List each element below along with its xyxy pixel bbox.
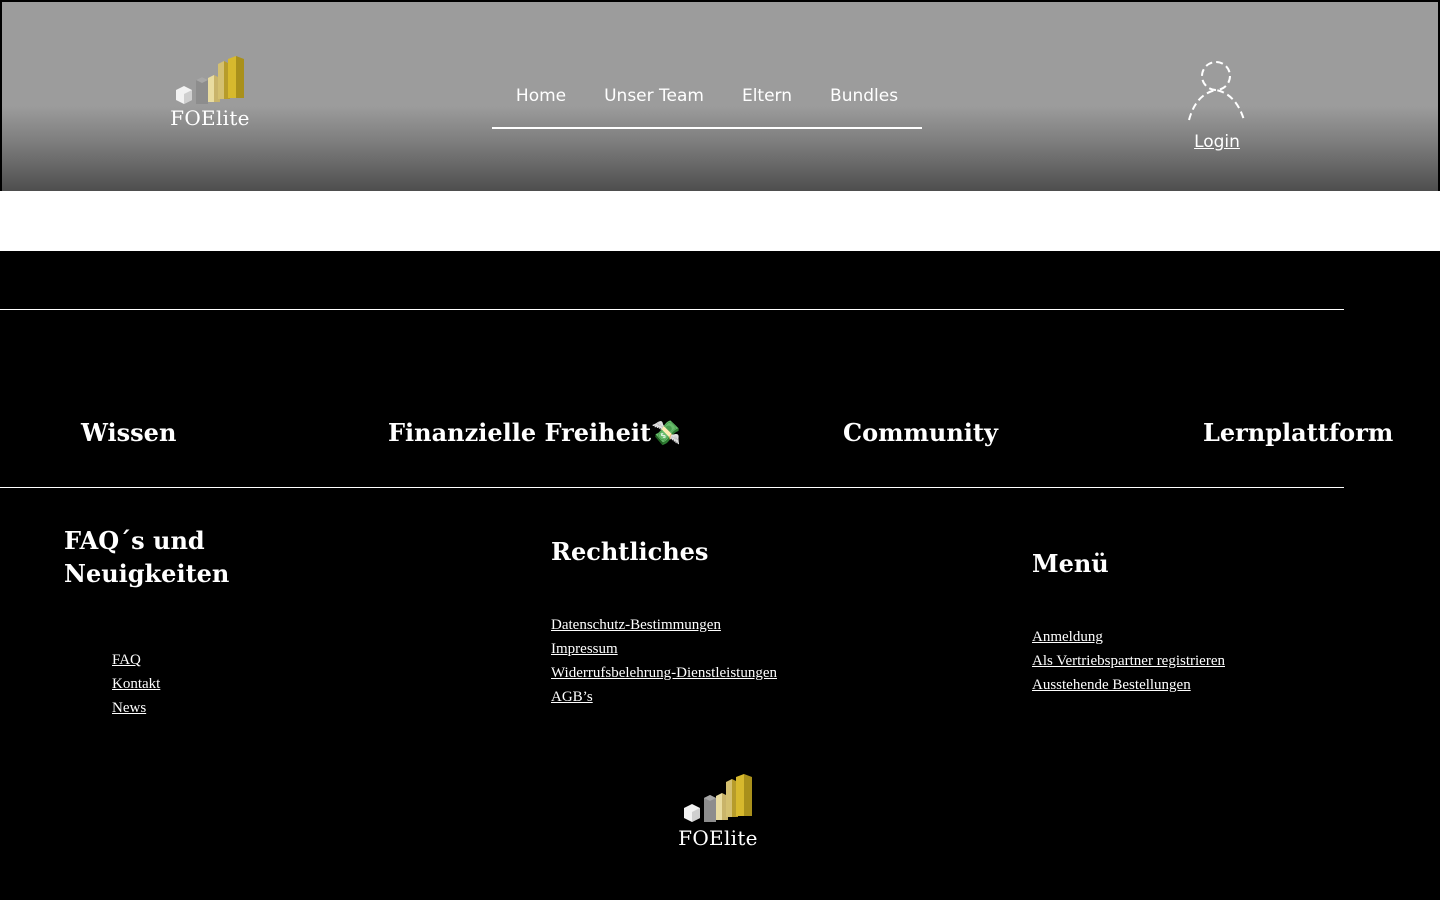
nav-unser-team[interactable]: Unser Team <box>585 74 723 127</box>
footer-link-widerruf[interactable]: Widerrufsbelehrung-Dienstleistungen <box>551 661 777 685</box>
category-community[interactable]: Community <box>843 418 998 447</box>
divider-bottom <box>0 487 1344 488</box>
footer-menu-links: Anmeldung Als Vertriebspartner registrie… <box>1032 625 1225 697</box>
login-link[interactable]: Login <box>1182 132 1252 152</box>
footer-faq-heading-line1: FAQ´s und <box>64 526 205 555</box>
site-header: FOElite Home Unser Team Eltern Bundles L… <box>2 2 1438 191</box>
logo-wordmark: FOElite <box>170 106 250 130</box>
nav-eltern[interactable]: Eltern <box>723 74 811 127</box>
footer-faq-links: FAQ Kontakt News <box>112 648 160 720</box>
footer-faq-heading: FAQ´s und Neuigkeiten <box>64 524 229 590</box>
category-lernplattform[interactable]: Lernplattform <box>1203 418 1393 447</box>
white-spacer <box>0 191 1440 251</box>
footer-menu-heading: Menü <box>1032 549 1109 578</box>
footer-faq-heading-line2: Neuigkeiten <box>64 559 230 588</box>
bar-chart-logo-icon <box>176 56 244 104</box>
nav-bundles[interactable]: Bundles <box>811 74 917 127</box>
footer-logo[interactable]: FOElite <box>676 772 760 852</box>
footer-link-news[interactable]: News <box>112 696 160 720</box>
footer-logo-wordmark: FOElite <box>678 826 758 850</box>
footer-rechtliches-links: Datenschutz-Bestimmungen Impressum Wider… <box>551 613 777 709</box>
footer-link-kontakt[interactable]: Kontakt <box>112 672 160 696</box>
footer-link-vertriebspartner[interactable]: Als Vertriebspartner registrieren <box>1032 649 1225 673</box>
nav-home[interactable]: Home <box>497 74 585 127</box>
category-wissen[interactable]: Wissen <box>81 418 176 447</box>
category-finanzielle-freiheit[interactable]: Finanzielle Freiheit💸 <box>388 418 681 447</box>
footer-rechtliches-heading: Rechtliches <box>551 537 709 566</box>
footer-link-faq[interactable]: FAQ <box>112 648 160 672</box>
login-area[interactable]: Login <box>1182 60 1252 155</box>
main-nav: Home Unser Team Eltern Bundles <box>492 74 922 129</box>
footer-link-bestellungen[interactable]: Ausstehende Bestellungen <box>1032 673 1225 697</box>
user-icon <box>1188 61 1245 121</box>
footer-link-agb[interactable]: AGB’s <box>551 685 777 709</box>
divider-top <box>0 309 1344 310</box>
footer-link-datenschutz[interactable]: Datenschutz-Bestimmungen <box>551 613 777 637</box>
footer-link-impressum[interactable]: Impressum <box>551 637 777 661</box>
footer-link-anmeldung[interactable]: Anmeldung <box>1032 625 1225 649</box>
bar-chart-logo-icon <box>684 774 752 822</box>
header-logo[interactable]: FOElite <box>168 54 252 132</box>
